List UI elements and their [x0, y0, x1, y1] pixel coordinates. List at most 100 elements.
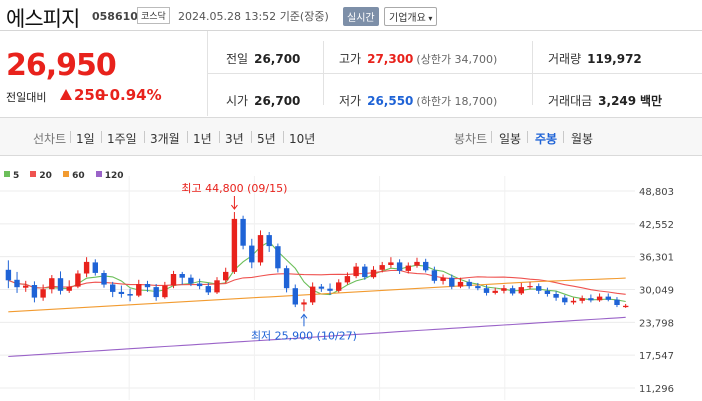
candle-body — [283, 268, 290, 289]
candle-body — [266, 235, 272, 247]
tab-1y[interactable]: 1년 — [193, 130, 212, 147]
up-triangle-icon — [60, 89, 72, 100]
tab-divider — [187, 131, 188, 143]
candle-body — [188, 277, 194, 284]
tab-daily[interactable]: 일봉 — [499, 130, 521, 147]
candle-body — [579, 298, 585, 301]
candle-body — [75, 273, 81, 287]
legend-swatch — [63, 171, 70, 177]
stat-value: 26,550 — [367, 94, 414, 108]
candle-body — [275, 246, 281, 269]
stat-label: 전일 — [226, 52, 249, 66]
tab-10y[interactable]: 10년 — [289, 130, 315, 147]
candle-body — [492, 290, 498, 293]
legend-ma60: 60 — [63, 171, 85, 181]
tab-5y[interactable]: 5년 — [257, 130, 276, 147]
realtime-button[interactable]: 실시간 — [343, 7, 379, 26]
tab-monthly[interactable]: 월봉 — [571, 130, 593, 147]
candle-body — [144, 284, 151, 288]
stat-open: 시가 26,700 — [226, 92, 300, 109]
candle-body — [362, 266, 368, 278]
candle-body — [118, 291, 125, 294]
stats-panel: 전일 26,700 시가 26,700 고가 27,300 (상한가 34,700) 저… — [208, 31, 702, 116]
legend-label: 60 — [72, 171, 85, 181]
company-info-dropdown[interactable]: 기업개요 — [384, 7, 438, 26]
candle-body — [483, 288, 490, 293]
upper-limit: (상한가 34,700) — [416, 53, 498, 66]
line-chart-label[interactable]: 선차트 — [33, 130, 66, 147]
y-tick-label: 42,552 — [639, 220, 674, 231]
candle-body — [466, 281, 472, 287]
stock-header: 에스피지 058610 코스닥 2024.05.28 13:52 기준(장중) … — [0, 0, 702, 31]
candle-body — [423, 261, 429, 271]
stat-value: 26,700 — [254, 52, 301, 66]
tab-divider — [101, 131, 102, 143]
candle-body — [544, 290, 551, 294]
candle-body — [214, 280, 220, 293]
candlestick-chart: 48,803 42,552 36,301 30,049 23,798 17,547 11,2… — [0, 176, 674, 400]
candle-body — [527, 286, 533, 288]
candle-body — [205, 286, 211, 293]
candle-body — [336, 282, 342, 291]
stat-unit: 백만 — [639, 94, 663, 108]
tab-divider — [70, 131, 71, 143]
legend-swatch — [30, 171, 37, 177]
quote-datetime: 2024.05.28 13:52 기준(장중) — [178, 8, 329, 24]
candle-body — [536, 286, 542, 291]
candle-body — [405, 265, 411, 271]
stat-high: 고가 27,300 (상한가 34,700) — [339, 50, 497, 67]
y-tick-label: 23,798 — [639, 318, 674, 329]
tab-divider — [527, 131, 528, 143]
candle-body — [257, 235, 264, 263]
candle-body — [614, 299, 620, 305]
stat-low: 저가 26,550 (하한가 18,700) — [339, 92, 497, 109]
candle-body — [40, 289, 46, 298]
candle-body — [327, 288, 333, 291]
tab-1d[interactable]: 1일 — [76, 130, 95, 147]
tab-3y[interactable]: 3년 — [225, 130, 244, 147]
candle-body — [388, 262, 394, 265]
candle-body — [240, 218, 246, 246]
candle-body — [518, 287, 524, 294]
candle-body — [301, 302, 307, 305]
tab-1w[interactable]: 1주일 — [107, 130, 137, 147]
y-tick-label: 48,803 — [639, 187, 674, 198]
candle-body — [570, 300, 577, 303]
candle-body — [353, 266, 359, 277]
y-tick-label: 11,296 — [639, 384, 674, 395]
candle-body — [66, 286, 72, 291]
tab-3m[interactable]: 3개월 — [150, 130, 180, 147]
candle-body — [379, 265, 385, 270]
tab-weekly[interactable]: 주봉 — [535, 130, 557, 147]
candle-body — [310, 286, 316, 303]
price-panel: 26,950 전일대비 250 +0.94% — [0, 31, 208, 116]
change-label: 전일대비 — [6, 91, 47, 104]
candle-body — [318, 286, 325, 289]
stats-divider-h — [208, 73, 702, 74]
legend-ma120: 120 — [95, 171, 124, 181]
tab-divider — [563, 131, 564, 143]
datetime-text: 2024.05.28 13:52 — [178, 10, 277, 23]
legend-label: 20 — [39, 171, 52, 181]
candle-body — [596, 296, 603, 301]
candle-body — [101, 273, 107, 285]
stat-amount: 거래대금 3,249 백만 — [548, 92, 662, 109]
stat-prev-close: 전일 26,700 — [226, 50, 300, 67]
lower-limit: (하한가 18,700) — [416, 95, 498, 108]
candle-body — [83, 261, 90, 274]
candle-body — [57, 278, 64, 291]
ma5-line — [8, 240, 626, 303]
candle-body — [196, 283, 203, 287]
candle-body — [14, 279, 20, 288]
candle-body — [449, 277, 455, 287]
y-tick-label: 36,301 — [639, 253, 674, 264]
stat-label: 저가 — [339, 94, 362, 108]
candle-body — [179, 274, 185, 278]
current-price: 26,950 — [6, 48, 117, 83]
candle-body — [223, 271, 229, 281]
change-percent: +0.94% — [97, 86, 162, 104]
candle-body — [92, 262, 98, 273]
candle-body — [457, 281, 464, 287]
candle-chart-label[interactable]: 봉차트 — [454, 130, 487, 147]
y-tick-label: 17,547 — [639, 351, 674, 362]
